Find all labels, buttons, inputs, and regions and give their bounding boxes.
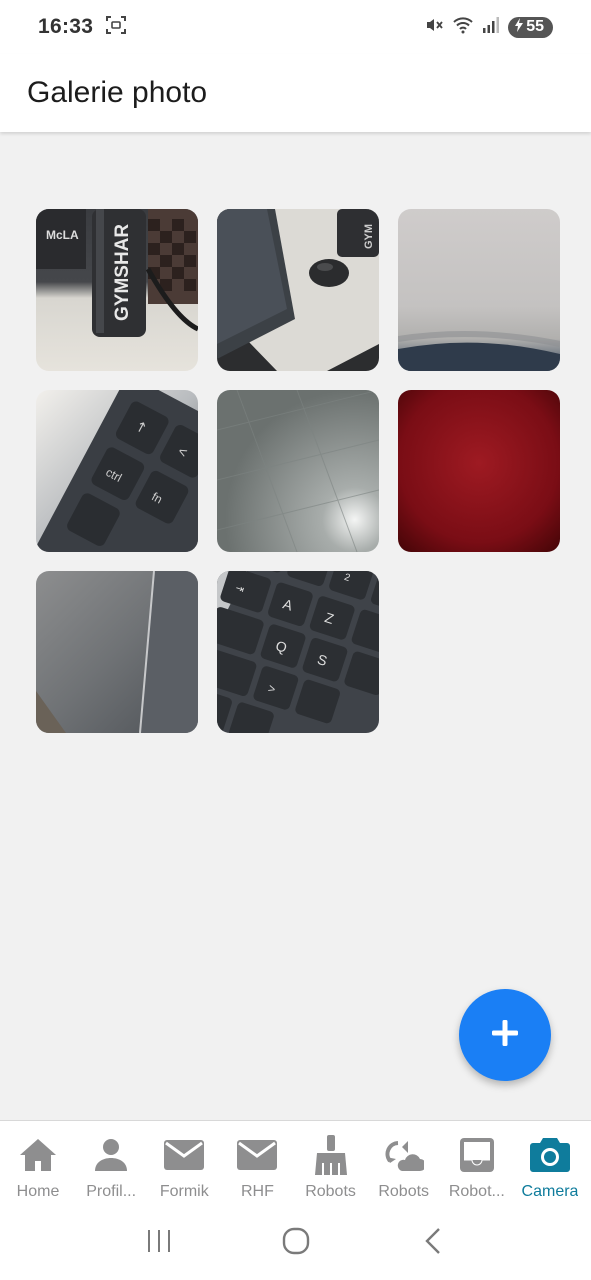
back-button[interactable] [413,1223,453,1263]
svg-text:McLA: McLA [46,228,79,242]
gallery-photo[interactable] [217,390,379,552]
tab-robots-sync[interactable]: Robots [368,1121,440,1206]
gallery-photo[interactable] [36,571,198,733]
photo-water-bottle: McLA GYMSHAR [36,209,198,371]
tab-robot-inbox[interactable]: Robot... [441,1121,513,1206]
tab-label: Home [16,1183,60,1200]
bottom-tab-bar: Home Profil... Formik RHF Robots Robots … [0,1120,591,1206]
signal-icon [482,16,500,39]
tab-camera[interactable]: Camera [514,1121,586,1206]
photo-keyboard-ctrl: ↑ ctrl fn < [36,390,198,552]
photo-grey-surface [217,390,379,552]
photo-gallery: McLA GYMSHAR GYM ↑ ctrl fn < A Z Q S 2 ⇥… [36,209,560,733]
charging-icon [514,17,524,37]
mute-icon [424,15,444,40]
recent-apps-icon [144,1228,174,1259]
tab-home[interactable]: Home [2,1121,74,1206]
tab-rhf[interactable]: RHF [221,1121,293,1206]
tab-label: Formik [159,1183,209,1200]
app-header: Galerie photo [0,54,591,132]
tab-label: RHF [240,1183,274,1200]
tab-label: Robots [305,1183,356,1200]
home-circle-icon [281,1226,311,1261]
tab-label: Profil... [86,1183,137,1200]
tab-formik[interactable]: Formik [148,1121,220,1206]
wifi-icon [452,15,474,40]
photo-desk-mouse: GYM [217,209,379,371]
svg-text:GYMSHAR: GYMSHAR [112,224,133,321]
screenshot-icon [105,14,127,41]
battery-level: 55 [526,18,544,35]
tab-profile[interactable]: Profil... [75,1121,147,1206]
gallery-photo[interactable]: McLA GYMSHAR [36,209,198,371]
page-title: Galerie photo [27,76,208,109]
tab-label: Robots [378,1183,430,1200]
cloud-sync-icon [384,1135,424,1175]
add-photo-button[interactable] [459,989,551,1081]
status-time: 16:33 [38,15,94,38]
back-chevron-icon [422,1226,444,1261]
tab-label: Camera [521,1183,579,1200]
mail-icon [237,1135,278,1175]
battery-indicator: 55 [508,16,553,38]
inbox-icon [457,1135,497,1175]
photo-blurry-grey [398,209,560,371]
tab-robots-broom[interactable]: Robots [295,1121,367,1206]
gallery-photo[interactable]: A Z Q S 3 & 2 ⇥ > [217,571,379,733]
tab-label: Robot... [448,1183,505,1200]
gallery-photo[interactable] [398,390,560,552]
home-icon [18,1135,58,1175]
plus-icon [490,1018,520,1053]
photo-keyboard-azerty: A Z Q S 3 & 2 ⇥ > [217,571,379,733]
camera-icon [529,1135,570,1175]
broom-icon [311,1135,351,1175]
photo-laptop-edge [36,571,198,733]
home-button[interactable] [276,1223,316,1263]
system-navigation-bar [0,1206,591,1280]
phone-screen: 16:33 55 Galerie photo McLA GYMSHAR GYM … [0,0,591,1280]
gallery-photo[interactable] [398,209,560,371]
mail-icon [164,1135,205,1175]
gallery-photo[interactable]: GYM [217,209,379,371]
status-bar: 16:33 55 [0,0,591,54]
person-icon [91,1135,131,1175]
gallery-photo[interactable]: ↑ ctrl fn < [36,390,198,552]
svg-text:GYM: GYM [363,224,375,249]
recent-apps-button[interactable] [139,1223,179,1263]
photo-dark-red [398,390,560,552]
